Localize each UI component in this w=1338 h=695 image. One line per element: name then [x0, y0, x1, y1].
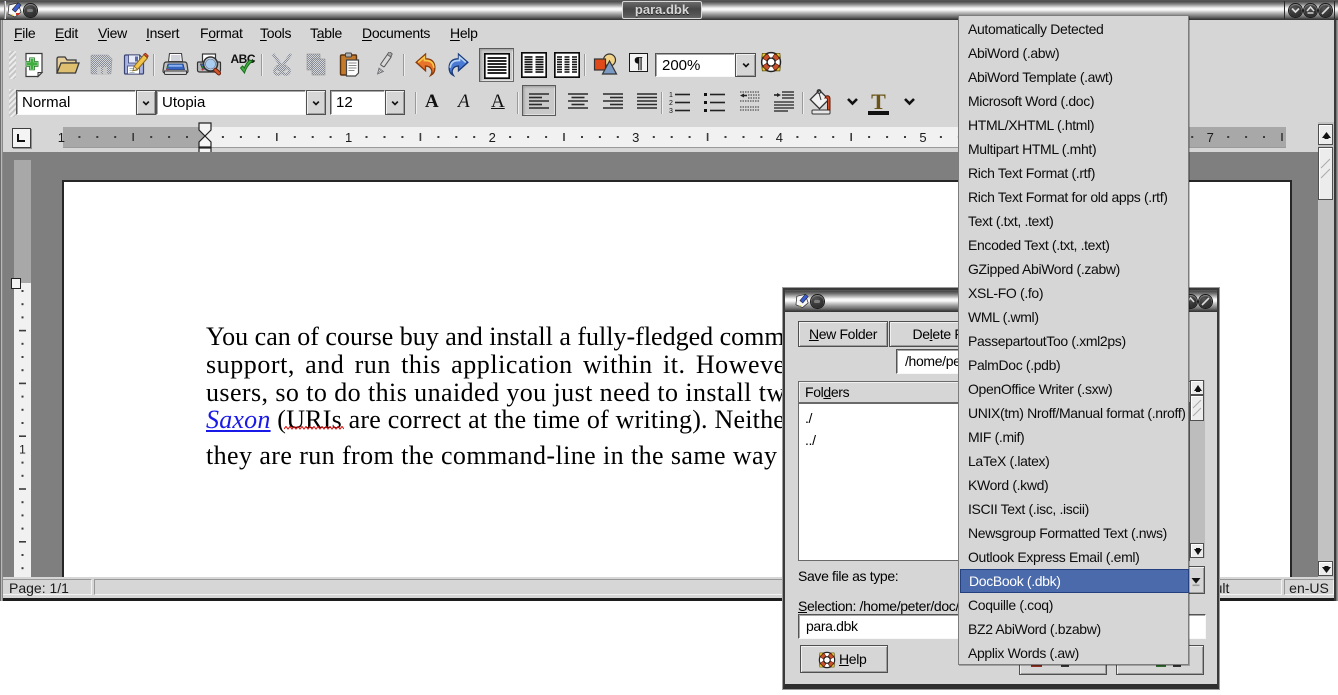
svg-text:ABC: ABC: [231, 52, 256, 66]
svg-text:2: 2: [669, 100, 673, 107]
svg-text:3: 3: [632, 130, 639, 145]
svg-text:1: 1: [19, 442, 26, 456]
svg-text:5: 5: [919, 130, 926, 145]
svg-text:1: 1: [58, 130, 65, 145]
svg-text:3: 3: [669, 108, 673, 114]
svg-text:7: 7: [1207, 130, 1214, 145]
svg-text:1: 1: [669, 92, 673, 99]
svg-text:1: 1: [345, 130, 352, 145]
svg-text:2: 2: [489, 130, 496, 145]
svg-text:4: 4: [776, 130, 783, 145]
